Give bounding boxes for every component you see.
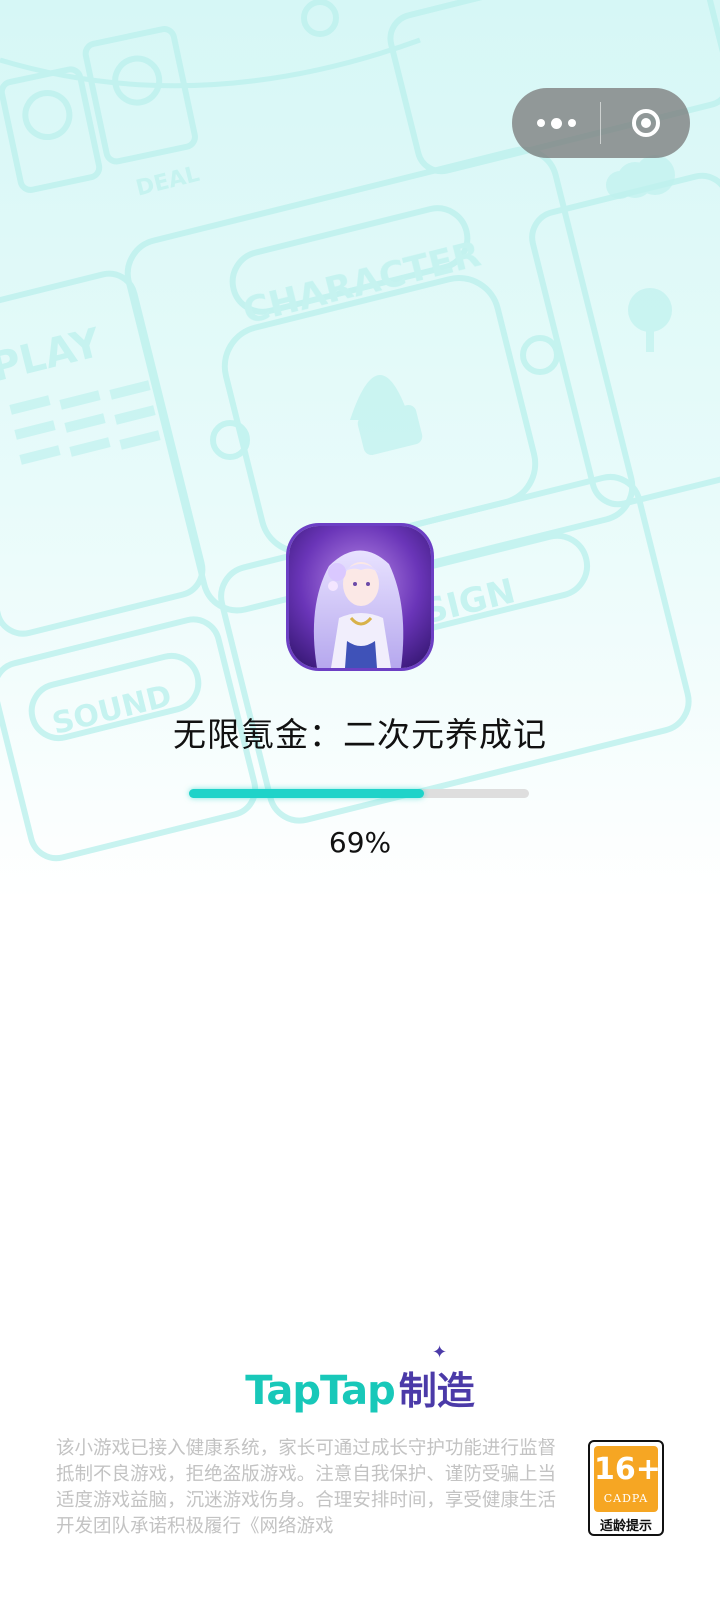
age-rating-badge[interactable]: 16+ CADPA 适龄提示 [588, 1440, 664, 1536]
close-button[interactable] [601, 88, 690, 158]
brand-name-cn: 制造 [398, 1369, 475, 1413]
close-target-icon [631, 109, 660, 137]
game-cover-illustration [289, 526, 431, 668]
game-title: 无限氪金：二次元养成记 [173, 715, 547, 754]
bg-word-play: PLAY [0, 320, 106, 392]
health-notice: 该小游戏已接入健康系统，家长可通过成长守护功能进行监督抵制不良游戏，拒绝盗版游戏… [56, 1438, 556, 1537]
brand-logo: TapTap 制造 [0, 1360, 720, 1415]
more-button[interactable] [512, 88, 601, 158]
more-dots-icon [537, 117, 576, 129]
age-rating-label: 适龄提示 [599, 1519, 652, 1534]
miniprogram-capsule [512, 88, 690, 158]
loading-progress-bar [189, 789, 529, 798]
bg-word-deal: DEAL [134, 162, 202, 202]
loading-percent: 69% [328, 826, 392, 859]
game-icon [289, 526, 431, 668]
sparkle-icon: ✦ [432, 1342, 448, 1363]
brand-name-latin: TapTap [245, 1368, 396, 1414]
age-rating-org: CADPA [603, 1492, 649, 1505]
age-rating-top: 16+ CADPA [594, 1446, 661, 1512]
age-rating-number: 16+ [594, 1452, 661, 1487]
loading-progress-fill [189, 789, 424, 798]
